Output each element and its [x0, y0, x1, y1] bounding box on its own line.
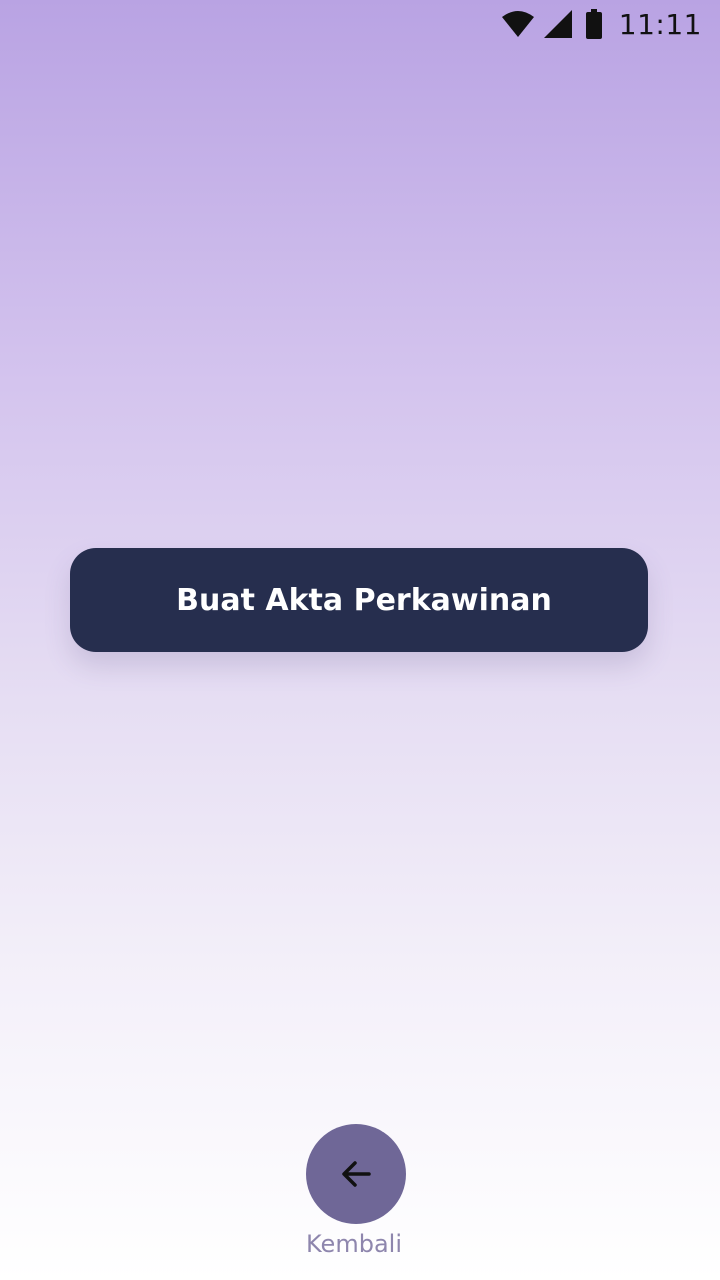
arrow-left-icon — [342, 1161, 371, 1187]
battery-icon — [585, 9, 602, 39]
back-button[interactable] — [306, 1124, 406, 1224]
create-marriage-certificate-label: Buat Akta Perkawinan — [176, 582, 552, 618]
status-icons: 11:11 — [501, 6, 702, 42]
wifi-icon — [501, 11, 534, 37]
back-label: Kembali — [306, 1230, 402, 1258]
create-marriage-certificate-button[interactable]: Buat Akta Perkawinan — [70, 548, 648, 652]
signal-icon — [543, 10, 572, 38]
status-bar: 11:11 — [0, 0, 720, 48]
status-time: 11:11 — [618, 7, 702, 41]
